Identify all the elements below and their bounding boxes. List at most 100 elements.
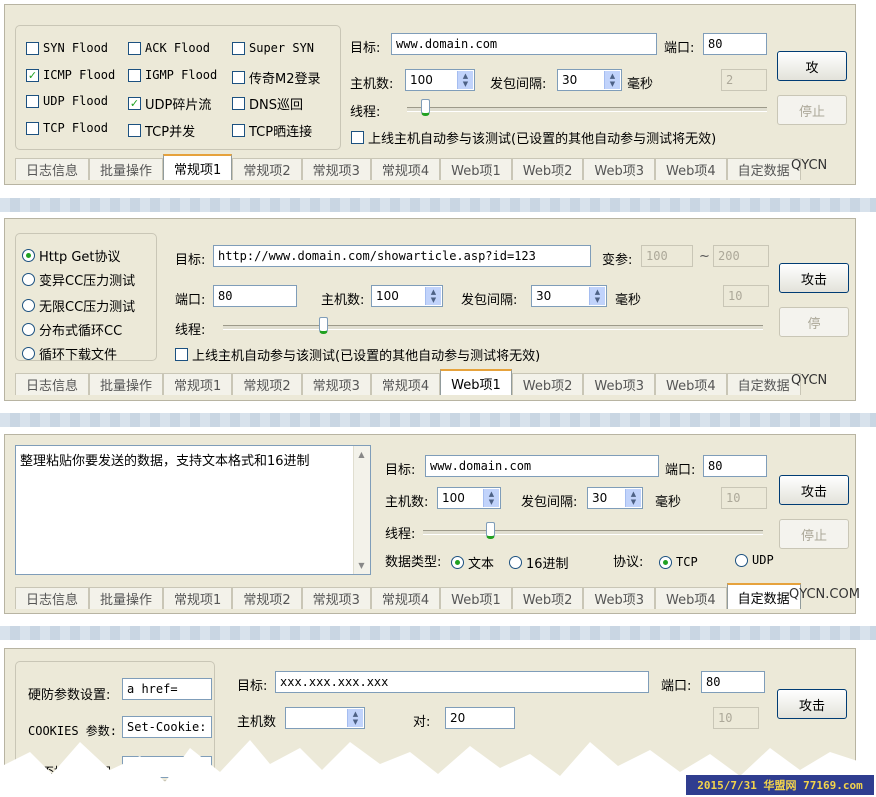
tab-4[interactable]: 常规项3: [301, 158, 371, 180]
mode-loop-download[interactable]: 循环下载文件: [22, 344, 117, 363]
port-label: 端口:: [664, 41, 695, 56]
host-count-spinner[interactable]: 100 ▲ ▼: [371, 285, 443, 307]
target-input[interactable]: http://www.domain.com/showarticle.asp?id…: [213, 245, 591, 267]
textarea-scrollbar[interactable]: ▲ ▼: [353, 446, 370, 574]
protocol-tcp-radio[interactable]: TCP: [659, 555, 698, 569]
stop-button[interactable]: 停止: [779, 519, 849, 549]
tab-2[interactable]: 常规项1: [163, 587, 233, 609]
tab-9[interactable]: Web项4: [655, 373, 727, 395]
tab-10[interactable]: 自定数据: [726, 158, 801, 180]
tab-7[interactable]: Web项2: [511, 158, 584, 180]
tab-9[interactable]: Web项4: [655, 587, 727, 609]
tab-8[interactable]: Web项3: [583, 158, 656, 180]
mode-distributed-cc[interactable]: 分布式循环CC: [22, 320, 122, 339]
tab-9[interactable]: Web项4: [655, 158, 727, 180]
tab-3[interactable]: 常规项2: [232, 373, 302, 395]
opt-dns-cycle[interactable]: DNS巡回: [232, 94, 303, 113]
target-input[interactable]: xxx.xxx.xxx.xxx: [275, 671, 649, 693]
tab-4[interactable]: 常规项3: [301, 587, 371, 609]
tab-0[interactable]: 日志信息: [15, 158, 90, 180]
custom-data-textarea[interactable]: 整理粘贴你要发送的数据，支持文本格式和16进制 ▲ ▼: [15, 445, 371, 575]
slider-thumb[interactable]: [486, 522, 495, 539]
tab-5[interactable]: 常规项4: [370, 373, 441, 395]
mode-variant-cc[interactable]: 变异CC压力测试: [22, 270, 135, 289]
tab-3[interactable]: 常规项2: [232, 158, 302, 180]
auto-join-checkbox[interactable]: 上线主机自动参与该测试(已设置的其他自动参与测试将无效): [351, 128, 716, 147]
target-input[interactable]: www.domain.com: [425, 455, 659, 477]
target-input[interactable]: www.domain.com: [391, 33, 657, 55]
panel-custom-data: 整理粘贴你要发送的数据，支持文本格式和16进制 ▲ ▼ 目标: www.domai…: [4, 434, 860, 614]
thread-slider[interactable]: [223, 316, 763, 336]
slider-thumb[interactable]: [421, 99, 430, 116]
auto-join-checkbox[interactable]: 上线主机自动参与该测试(已设置的其他自动参与测试将无效): [175, 345, 540, 364]
spin-arrows-icon[interactable]: ▲ ▼: [483, 489, 499, 507]
attack-button[interactable]: 攻击: [779, 263, 849, 293]
disabled-value-field: 10: [721, 487, 767, 509]
tab-1[interactable]: 批量操作: [89, 158, 164, 180]
tab-1[interactable]: 批量操作: [89, 587, 164, 609]
thread-slider[interactable]: [423, 521, 763, 541]
thread-label: 线程:: [385, 527, 416, 542]
tab-6[interactable]: Web项1: [440, 587, 512, 609]
tab-3[interactable]: 常规项2: [232, 587, 302, 609]
tab-overflow-text: QYCN.COM: [789, 587, 860, 602]
data-type-hex-radio[interactable]: 16进制: [509, 553, 569, 572]
port-input[interactable]: 80: [703, 33, 767, 55]
opt-ack-flood[interactable]: ACK Flood: [128, 41, 210, 55]
tab-2[interactable]: 常规项1: [163, 154, 233, 180]
scroll-down-icon[interactable]: ▼: [355, 558, 368, 573]
port-input[interactable]: 80: [701, 671, 765, 693]
interval-spinner[interactable]: 30 ▲ ▼: [531, 285, 607, 307]
attack-button[interactable]: 攻击: [779, 475, 849, 505]
port-input[interactable]: 80: [703, 455, 767, 477]
opt-legend-m2-login[interactable]: 传奇M2登录: [232, 68, 321, 87]
spin-arrows-icon[interactable]: ▲ ▼: [457, 71, 473, 89]
interval-spinner[interactable]: 30 ▲ ▼: [557, 69, 622, 91]
slider-thumb[interactable]: [319, 317, 328, 334]
scroll-up-icon[interactable]: ▲: [355, 447, 368, 462]
tab-7[interactable]: Web项2: [511, 587, 584, 609]
hw-param-input[interactable]: a href=: [122, 678, 212, 700]
data-type-text-radio[interactable]: 文本: [451, 553, 494, 572]
tab-10[interactable]: 自定数据: [726, 373, 801, 395]
mode-http-get[interactable]: Http Get协议: [22, 246, 121, 265]
tab-2[interactable]: 常规项1: [163, 373, 233, 395]
stop-button[interactable]: 停: [779, 307, 849, 337]
tab-6[interactable]: Web项1: [440, 158, 512, 180]
host-count-spinner[interactable]: 100 ▲ ▼: [405, 69, 475, 91]
spin-arrows-icon[interactable]: ▲ ▼: [589, 287, 605, 305]
ms-label: 毫秒: [615, 293, 642, 308]
opt-tcp-flood[interactable]: TCP Flood: [26, 121, 108, 135]
var-from-field: 100: [641, 245, 693, 267]
tab-7[interactable]: Web项2: [511, 373, 584, 395]
opt-udp-flood[interactable]: UDP Flood: [26, 94, 108, 108]
opt-igmp-flood[interactable]: IGMP Flood: [128, 68, 217, 82]
tab-4[interactable]: 常规项3: [301, 373, 371, 395]
interval-spinner[interactable]: 30 ▲ ▼: [587, 487, 643, 509]
attack-button[interactable]: 攻: [777, 51, 847, 81]
tab-8[interactable]: Web项3: [583, 587, 656, 609]
stop-button[interactable]: 停止: [777, 95, 847, 125]
protocol-udp-radio[interactable]: UDP: [735, 553, 774, 567]
spin-arrows-icon[interactable]: ▲ ▼: [425, 287, 441, 305]
tab-6[interactable]: Web项1: [440, 369, 512, 395]
tab-5[interactable]: 常规项4: [370, 158, 441, 180]
host-count-label: 主机数:: [350, 77, 394, 92]
spin-arrows-icon[interactable]: ▲ ▼: [625, 489, 641, 507]
opt-syn-flood[interactable]: SYN Flood: [26, 41, 108, 55]
tab-0[interactable]: 日志信息: [15, 373, 90, 395]
opt-tcp-concurrent[interactable]: TCP并发: [128, 121, 195, 140]
tab-1[interactable]: 批量操作: [89, 373, 164, 395]
opt-super-syn[interactable]: Super SYN: [232, 41, 314, 55]
tab-5[interactable]: 常规项4: [370, 587, 441, 609]
mode-unlimited-cc[interactable]: 无限CC压力测试: [22, 296, 135, 315]
opt-icmp-flood[interactable]: ✓ ICMP Flood: [26, 68, 115, 82]
thread-slider[interactable]: [407, 98, 767, 118]
tab-0[interactable]: 日志信息: [15, 587, 90, 609]
opt-tcp-hold-connect[interactable]: TCP晒连接: [232, 121, 312, 140]
port-input[interactable]: 80: [213, 285, 297, 307]
host-count-spinner[interactable]: 100 ▲ ▼: [437, 487, 501, 509]
opt-udp-fragment[interactable]: ✓ UDP碎片流: [128, 94, 211, 113]
spin-arrows-icon[interactable]: ▲ ▼: [604, 71, 620, 89]
tab-8[interactable]: Web项3: [583, 373, 656, 395]
